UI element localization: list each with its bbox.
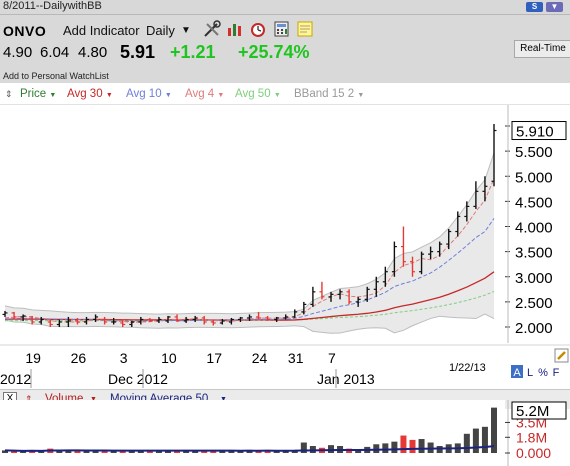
last-date-label: 1/22/13 [449, 362, 486, 374]
volume-bar [400, 435, 407, 453]
legend-avg4-label: Avg 4 [185, 88, 215, 100]
x-day-label: 26 [71, 350, 87, 366]
y-tick-label: 3.500 [515, 245, 553, 262]
legend-bband-caret[interactable]: ▼ [357, 92, 364, 99]
l-link[interactable]: L [527, 367, 533, 379]
legend-price[interactable]: Price ▼ [20, 88, 56, 100]
x-day-label: 24 [252, 350, 268, 366]
x-month-label: 2012 [0, 371, 31, 387]
volume-plot-area [0, 400, 505, 466]
real-time-button[interactable]: Real-Time [514, 40, 570, 58]
volume-tick-label: 1.8M [516, 429, 547, 445]
flag-badge-button[interactable]: ▼ [546, 2, 563, 12]
x-day-label: 19 [25, 350, 41, 366]
volume-bar [463, 433, 470, 453]
legend-avg10-label: Avg 10 [126, 88, 162, 100]
legend-bband-label: BBand 15 2 [294, 88, 355, 100]
last-price-label: 5.910 [516, 124, 554, 141]
legend-avg50[interactable]: Avg 50 ▼ [235, 88, 281, 100]
x-day-label: 10 [161, 350, 177, 366]
title-bar: 8/2011--DailywithBB S ▼ [0, 0, 570, 15]
volume-bar [382, 443, 389, 453]
volume-tick-label: 0.000 [516, 445, 551, 461]
volume-chart: 0.0001.8M3.5M5.2M [0, 400, 567, 466]
period-select[interactable]: Daily [146, 23, 175, 38]
volume-bar [481, 426, 488, 453]
tools-icon[interactable] [203, 20, 221, 38]
legend-avg50-caret[interactable]: ▼ [274, 92, 281, 99]
legend-avg50-label: Avg 50 [235, 88, 271, 100]
legend-avg10[interactable]: Avg 10 ▼ [126, 88, 172, 100]
price-chart: 2.000 2.500 3.000 3.500 4.000 4.500 5.000 5.500… [0, 105, 570, 388]
legend-avg30-label: Avg 30 [67, 88, 103, 100]
legend-price-caret[interactable]: ▼ [49, 92, 56, 99]
volume-bar [391, 441, 398, 453]
legend-price-label: Price [20, 88, 47, 100]
x-day-label: 3 [120, 350, 128, 366]
period-dropdown-icon[interactable]: ▼ [181, 25, 191, 36]
legend-avg10-caret[interactable]: ▼ [165, 92, 172, 99]
alarm-clock-icon[interactable] [249, 20, 267, 38]
quote-low: 4.80 [78, 44, 108, 61]
y-tick-label: 4.000 [515, 220, 553, 237]
quote-open: 4.90 [3, 44, 33, 61]
volume-bar [472, 428, 479, 453]
y-tick-label: 2.000 [515, 320, 553, 337]
quote-change: +1.21 [170, 42, 216, 62]
y-tick-label: 5.500 [515, 144, 553, 161]
x-day-label: 7 [328, 350, 336, 366]
quote-high: 6.04 [40, 44, 70, 61]
add-to-watchlist-link[interactable]: Add to Personal WatchList [3, 71, 109, 81]
volume-bar [409, 439, 416, 453]
chart-type-icon[interactable] [226, 20, 244, 38]
volume-bar [373, 444, 380, 453]
x-month-label: Dec 2012 [108, 371, 168, 387]
percent-link[interactable]: % [538, 367, 548, 379]
x-month-label: Jan 2013 [317, 371, 375, 387]
symbol-label: ONVO [3, 23, 47, 39]
indicator-legend: ⇕ Price ▼ Avg 30 ▼ Avg 10 ▼ Avg 4 ▼ Avg … [0, 86, 570, 105]
f-link[interactable]: F [553, 367, 560, 379]
x-day-label: 17 [206, 350, 222, 366]
volume-bar [418, 439, 425, 453]
add-indicator-menu[interactable]: Add Indicator [63, 23, 140, 38]
legend-avg30[interactable]: Avg 30 ▼ [67, 88, 113, 100]
a-link[interactable]: A [513, 367, 521, 379]
quote-last: 5.91 [120, 42, 156, 62]
legend-sort-icon[interactable]: ⇕ [5, 89, 13, 100]
note-icon[interactable] [296, 20, 314, 38]
volume-bar [328, 445, 334, 453]
calculator-icon[interactable] [273, 20, 291, 38]
x-day-label: 31 [288, 350, 304, 366]
y-tick-label: 4.500 [515, 194, 553, 211]
quote-change-pct: +25.74% [238, 42, 310, 62]
y-tick-label: 2.500 [515, 295, 553, 312]
y-tick-label: 5.000 [515, 169, 553, 186]
legend-avg4-caret[interactable]: ▼ [217, 92, 224, 99]
last-volume-label: 5.2M [516, 403, 549, 420]
legend-avg30-caret[interactable]: ▼ [106, 92, 113, 99]
legend-bband[interactable]: BBand 15 2 ▼ [294, 88, 364, 100]
legend-avg4[interactable]: Avg 4 ▼ [185, 88, 224, 100]
draw-pencil-icon[interactable] [554, 348, 569, 363]
quote-header: ONVO Add Indicator Daily ▼ 4.90 6.04 4.8… [0, 15, 570, 83]
y-tick-label: 3.000 [515, 270, 553, 287]
window-title: 8/2011--DailywithBB [3, 0, 102, 12]
s-badge-button[interactable]: S [526, 2, 543, 12]
